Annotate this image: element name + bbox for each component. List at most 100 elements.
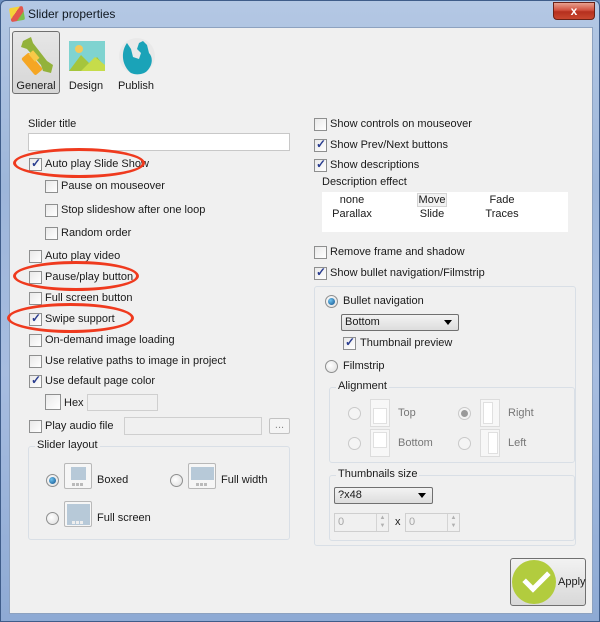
audio-file-input[interactable]: [124, 417, 262, 435]
align-right-icon: [480, 399, 500, 427]
remove-frame-label: Remove frame and shadow: [330, 246, 465, 258]
align-bottom-radio[interactable]: [348, 437, 361, 450]
window-title: Slider properties: [28, 7, 116, 21]
title-bar[interactable]: Slider properties x: [1, 1, 599, 27]
align-top-label: Top: [398, 407, 416, 419]
auto-play-video-label: Auto play video: [45, 250, 121, 262]
app-icon: [8, 5, 26, 23]
align-left-radio[interactable]: [458, 437, 471, 450]
align-bottom-icon: [370, 429, 390, 457]
dialog-body: General Design Publish Slider title ✓ Au…: [7, 27, 593, 614]
description-effect-list[interactable]: none Move Fade Parallax Slide Traces: [322, 192, 568, 232]
remove-frame-checkbox[interactable]: [314, 246, 327, 259]
slider-title-input[interactable]: [28, 133, 290, 151]
show-controls-mouseover-label: Show controls on mouseover: [330, 118, 472, 130]
effect-option-parallax[interactable]: Parallax: [322, 208, 382, 220]
default-page-color-checkbox[interactable]: [29, 373, 42, 388]
apply-button[interactable]: Apply: [510, 558, 586, 606]
thumbnail-width-spinner[interactable]: 0 ▲ ▼: [334, 513, 389, 532]
effect-option-slide[interactable]: Slide: [402, 208, 462, 220]
layout-boxed-label: Boxed: [97, 474, 129, 486]
auto-play-video-checkbox[interactable]: [29, 250, 42, 263]
full-width-layout-icon: [188, 463, 216, 489]
tab-general[interactable]: General: [12, 31, 60, 94]
bullet-position-select[interactable]: Bottom: [341, 314, 459, 331]
play-audio-checkbox[interactable]: [29, 420, 42, 433]
swipe-support-label: Swipe support: [45, 313, 115, 325]
align-top-radio[interactable]: [348, 407, 361, 420]
stop-after-loop-checkbox[interactable]: [45, 204, 58, 217]
effect-option-move[interactable]: Move: [402, 193, 462, 207]
effect-option-none[interactable]: none: [322, 194, 382, 206]
tab-design-label: Design: [68, 80, 104, 92]
random-order-checkbox[interactable]: [45, 227, 58, 240]
spin-up-icon[interactable]: ▲: [448, 514, 459, 522]
align-bottom-label: Bottom: [398, 437, 433, 449]
full-screen-layout-icon: [64, 501, 92, 527]
tab-general-label: General: [16, 80, 56, 92]
wrench-icon: [21, 37, 53, 75]
layout-full-screen-radio[interactable]: [46, 512, 59, 525]
alignment-title: Alignment: [336, 380, 389, 392]
apply-label: Apply: [558, 576, 586, 588]
spin-down-icon[interactable]: ▼: [448, 522, 459, 530]
description-effect-label: Description effect: [322, 176, 407, 188]
layout-full-width-radio[interactable]: [170, 474, 183, 487]
auto-play-checkbox[interactable]: [29, 156, 42, 171]
hex-label: Hex: [64, 397, 84, 409]
relative-paths-checkbox[interactable]: [29, 355, 42, 368]
pause-on-mouseover-checkbox[interactable]: [45, 180, 58, 193]
chevron-down-icon: [444, 320, 452, 325]
thumbnails-size-title: Thumbnails size: [336, 468, 420, 480]
show-controls-mouseover-checkbox[interactable]: [314, 118, 327, 131]
stop-after-loop-label: Stop slideshow after one loop: [61, 204, 206, 216]
close-button[interactable]: x: [553, 2, 595, 20]
default-page-color-label: Use default page color: [45, 375, 156, 387]
globe-icon: [119, 38, 155, 75]
thumbnail-preview-checkbox[interactable]: [343, 335, 356, 350]
thumbnails-size-group: Thumbnails size ?x48 0 ▲ ▼ x 0 ▲ ▼: [329, 468, 575, 541]
slider-layout-group: Slider layout Boxed Full width Full scre…: [28, 439, 290, 540]
align-right-radio[interactable]: [458, 407, 471, 420]
tab-design[interactable]: Design: [62, 31, 110, 94]
on-demand-loading-label: On-demand image loading: [45, 334, 175, 346]
layout-full-width-label: Full width: [221, 474, 268, 486]
spin-up-icon[interactable]: ▲: [377, 514, 388, 522]
on-demand-loading-checkbox[interactable]: [29, 334, 42, 347]
filmstrip-radio[interactable]: [325, 360, 338, 373]
size-separator: x: [395, 516, 401, 528]
hex-color-swatch[interactable]: [45, 394, 61, 410]
show-descriptions-label: Show descriptions: [330, 159, 420, 171]
show-descriptions-checkbox[interactable]: [314, 157, 327, 172]
landscape-icon: [69, 41, 105, 71]
show-bullet-nav-checkbox[interactable]: [314, 265, 327, 280]
filmstrip-label: Filmstrip: [343, 360, 385, 372]
effect-option-fade[interactable]: Fade: [472, 194, 532, 206]
checkmark-icon: [512, 560, 556, 604]
play-audio-label: Play audio file: [45, 420, 114, 432]
thumbnail-size-select[interactable]: ?x48: [334, 487, 433, 504]
bullet-navigation-radio[interactable]: [325, 295, 338, 308]
slider-properties-window: Slider properties x General Design Publi…: [0, 0, 600, 622]
pause-play-button-label: Pause/play button: [45, 271, 134, 283]
spin-down-icon[interactable]: ▼: [377, 522, 388, 530]
hex-input[interactable]: [87, 394, 158, 411]
align-left-icon: [480, 429, 500, 457]
auto-play-label: Auto play Slide Show: [45, 158, 149, 170]
chevron-down-icon: [418, 493, 426, 498]
effect-option-traces[interactable]: Traces: [472, 208, 532, 220]
pause-on-mouseover-label: Pause on mouseover: [61, 180, 165, 192]
layout-full-screen-label: Full screen: [97, 512, 151, 524]
layout-boxed-radio[interactable]: [46, 474, 59, 487]
thumbnail-height-spinner[interactable]: 0 ▲ ▼: [405, 513, 460, 532]
bullet-navigation-label: Bullet navigation: [343, 295, 424, 307]
tab-publish-label: Publish: [117, 80, 155, 92]
align-right-label: Right: [508, 407, 534, 419]
browse-audio-button[interactable]: ...: [269, 418, 290, 434]
pause-play-button-checkbox[interactable]: [29, 271, 42, 284]
alignment-group: Alignment Top Right Bottom Left: [329, 380, 575, 463]
tab-publish[interactable]: Publish: [112, 31, 160, 94]
full-screen-button-checkbox[interactable]: [29, 292, 42, 305]
swipe-support-checkbox[interactable]: [29, 311, 42, 326]
show-prev-next-checkbox[interactable]: [314, 137, 327, 152]
